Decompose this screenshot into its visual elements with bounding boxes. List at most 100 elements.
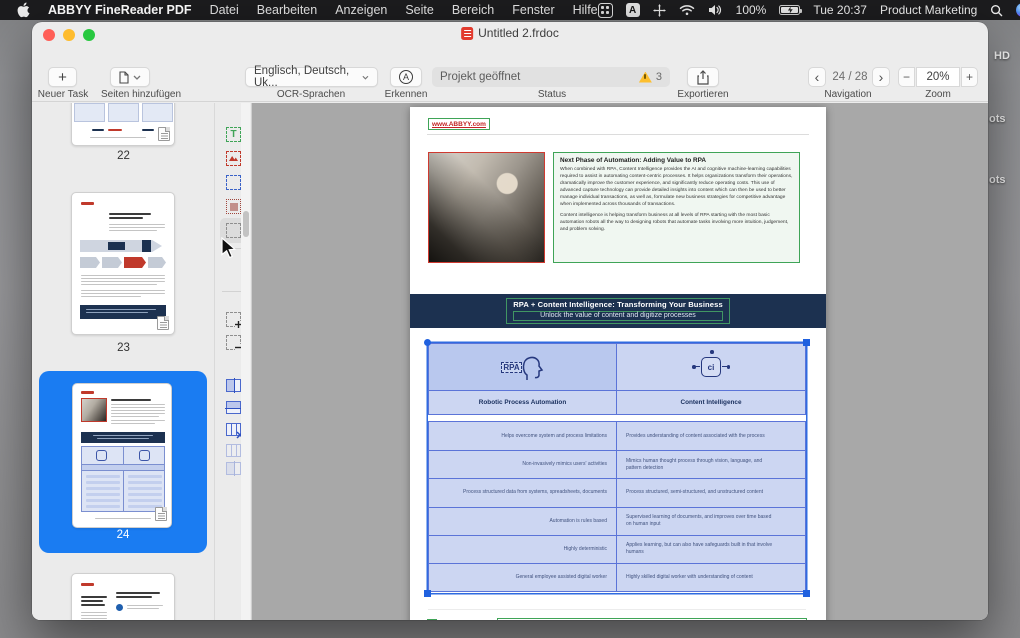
text-region-tool[interactable]: T [225,126,242,143]
title-bar: Untitled 2.frdoc [32,22,988,44]
recognize-label: Erkennen [384,89,428,100]
split-cells-tool[interactable] [225,460,242,477]
page-badge-icon [155,507,167,521]
picture-region-tool[interactable] [225,150,242,167]
article-text-region[interactable]: Next Phase of Automation: Adding Value t… [553,152,800,263]
pdf-page-24: www.ABBYY.com Next Phase of Automation: … [410,107,826,620]
spotlight-search-icon[interactable] [990,4,1003,17]
chevron-right-icon: › [878,69,884,85]
page-badge-icon [158,127,170,141]
selected-table-region[interactable]: RPA ci Robotic Process Automation Conten… [424,339,810,597]
menu-anzeigen[interactable]: Anzeigen [335,3,387,17]
picture-region-icon [226,151,241,166]
zoom-window-button[interactable] [83,29,95,41]
document-proxy-icon [461,26,474,40]
table-cell: Automation is rules based [429,507,617,535]
subtract-region-icon [226,335,242,351]
menu-bereich[interactable]: Bereich [452,3,494,17]
zoom-in-button[interactable]: + [961,67,978,87]
siri-icon[interactable] [1016,3,1020,17]
menu-bearbeiten[interactable]: Bearbeiten [257,3,317,17]
input-source-icon[interactable]: A [625,3,640,17]
merge-cells-tool[interactable] [225,442,242,459]
plus-icon: + [965,70,973,84]
menu-account[interactable]: Product Marketing [880,3,977,17]
status-value: Projekt geöffnet [440,71,521,83]
delete-separator-tool[interactable] [225,421,244,439]
selection-handle-bottom-right[interactable] [803,590,810,597]
region-tools-palette: T [215,103,252,620]
add-region-icon [226,312,242,328]
banner-subtitle: Unlock the value of content and digitize… [513,310,723,321]
table-cell: Provides understanding of content associ… [617,422,805,451]
wifi-icon[interactable] [679,4,695,16]
thumbnail-page-23[interactable] [71,192,175,335]
add-vertical-separator-tool[interactable] [225,377,242,394]
desktop-icon-label-ots-1[interactable]: ots [989,113,1006,125]
article-paragraph-1: When combined with RPA, Content Intellig… [560,167,793,207]
rpa-head-icon: RPA [500,352,544,382]
thumbnail-page-22[interactable] [71,103,175,146]
export-label: Exportieren [677,89,729,100]
recognize-button[interactable]: A [390,67,422,87]
desktop-icon-label-hd[interactable]: HD [994,50,1010,62]
ocr-languages-label: OCR-Sprachen [276,89,346,100]
thumbnail-page-24[interactable] [72,383,172,528]
page-number-24: 24 [116,529,130,541]
battery-icon[interactable] [779,5,803,15]
table-row: Automation is rules based Supervised lea… [429,506,805,535]
palette-scroll-thumb[interactable] [243,211,249,237]
menu-seite[interactable]: Seite [405,3,434,17]
table-row: Highly deterministic Applies learning, b… [429,534,805,563]
accessibility-move-icon[interactable] [652,3,666,17]
selection-handle-bottom-left[interactable] [424,590,431,597]
footer-page-icon-region[interactable] [427,619,437,620]
battery-percent: 100% [735,3,767,17]
minus-icon: − [902,70,910,84]
export-button[interactable] [687,67,719,87]
nav-next-button[interactable]: › [872,67,890,87]
subtract-from-region-tool[interactable] [225,334,242,351]
nav-prev-button[interactable]: ‹ [808,67,826,87]
desktop-icon-label-ots-2[interactable]: ots [989,174,1006,186]
mouse-cursor [221,236,237,264]
table-row: Helps overcome system and process limita… [429,422,805,451]
add-pages-button[interactable] [110,67,150,87]
menu-clock[interactable]: Tue 20:37 [813,3,867,17]
menu-hilfe[interactable]: Hilfe [573,3,598,17]
zoom-out-button[interactable]: − [898,67,915,87]
add-horizontal-separator-tool[interactable] [225,399,242,416]
thumbnail-page-24-selected[interactable]: 24 [39,371,207,553]
menu-app-name[interactable]: ABBYY FineReader PDF [48,3,192,17]
table-row: Process structured data from systems, sp… [429,478,805,507]
selection-handle-top-right[interactable] [803,339,810,346]
document-view[interactable]: www.ABBYY.com Next Phase of Automation: … [252,103,988,620]
article-paragraph-2: Content intelligence is helping transfor… [560,212,789,232]
banner-bar: RPA + Content Intelligence: Transforming… [410,294,826,328]
table-region-tool[interactable] [225,174,242,191]
apple-menu-icon[interactable] [17,2,30,18]
volume-icon[interactable] [708,4,723,16]
menu-datei[interactable]: Datei [210,3,239,17]
url-text-region[interactable]: www.ABBYY.com [428,118,490,130]
parallels-status-icon[interactable] [597,2,613,18]
footer-text-region[interactable]: New Technologies Give Rise to Content In… [497,618,807,620]
minimize-button[interactable] [63,29,75,41]
photo-picture-region[interactable] [428,152,545,263]
close-button[interactable] [43,29,55,41]
ocr-languages-select[interactable]: Englisch, Deutsch, Uk... [245,65,378,89]
thumbnail-page-25[interactable] [71,573,175,620]
vertical-separator-icon [226,378,241,393]
page-number-22: 22 [117,150,130,162]
status-field[interactable]: Projekt geöffnet 3 [432,67,670,87]
new-task-button[interactable]: + [48,67,77,87]
new-task-label: Neuer Task [37,89,89,100]
menu-fenster[interactable]: Fenster [512,3,554,17]
add-to-region-tool[interactable] [225,311,242,328]
status-warning[interactable]: 3 [638,71,662,83]
table-cell: Supervised learning of documents, and im… [617,507,805,535]
selection-handle-top-left[interactable] [424,339,431,346]
menu-bar: ABBYY FineReader PDF Datei Bearbeiten An… [0,0,1020,20]
background-picture-region-tool[interactable] [225,198,242,215]
banner-text-region[interactable]: RPA + Content Intelligence: Transforming… [506,297,730,325]
